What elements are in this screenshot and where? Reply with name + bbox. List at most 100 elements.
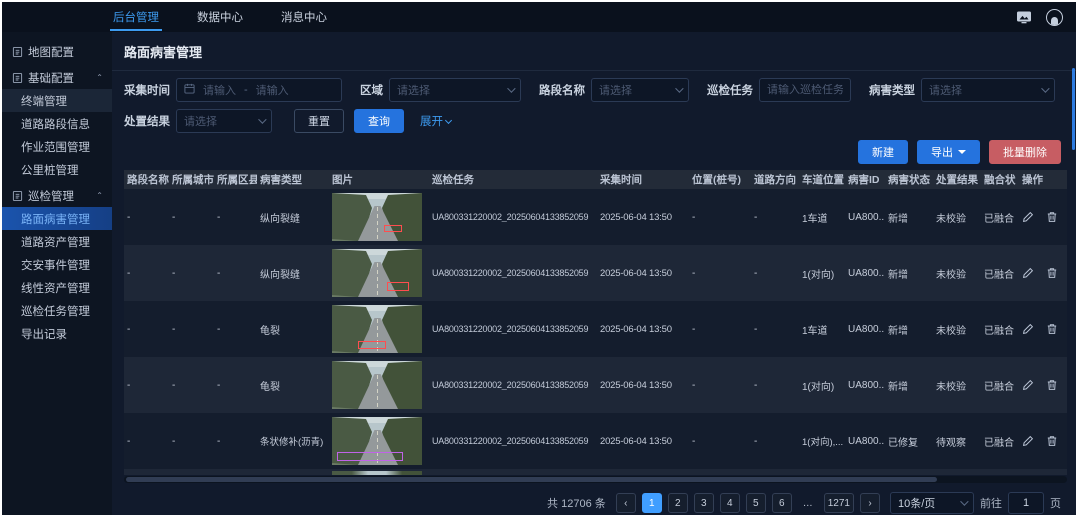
sidebar-item-road-asset-mgmt[interactable]: 道路资产管理 [2,230,112,253]
table-row-partial [124,469,1067,475]
page-button-5[interactable]: 5 [746,493,766,513]
end-date-placeholder: 请输入 [256,82,289,98]
road-photo[interactable] [332,305,422,353]
delete-icon[interactable] [1046,267,1058,279]
sidebar-item-label: 基础配置 [28,70,74,86]
inspection-task-input[interactable] [759,78,851,102]
delete-icon[interactable] [1046,323,1058,335]
sidebar-item-milestone-mgmt[interactable]: 公里桩管理 [2,158,112,181]
sidebar-item-work-scope-mgmt[interactable]: 作业范围管理 [2,135,112,158]
inspection-task-field[interactable] [767,84,843,96]
disease-table: 路段名称所属城市 所属区县病害类型 图片巡检任务 采集时间位置(桩号) 道路方向… [124,170,1067,475]
delete-icon[interactable] [1046,435,1058,447]
main-content: 路面病害管理 采集时间 请输入 - 请输入 区域 请选择 路段名称 请选择 [112,32,1076,515]
horizontal-scrollbar-thumb[interactable] [126,477,937,482]
sidebar-item-linear-asset-mgmt[interactable]: 线性资产管理 [2,276,112,299]
edit-icon[interactable] [1022,267,1034,279]
chevron-down-icon [445,116,452,123]
document-icon [12,72,23,84]
nav-tab-admin[interactable]: 后台管理 [110,2,162,32]
nav-tab-data-center[interactable]: 数据中心 [194,2,246,32]
sidebar-item-traffic-safety-events[interactable]: 交安事件管理 [2,253,112,276]
create-button[interactable]: 新建 [858,140,908,164]
chevron-down-icon [507,84,515,92]
sidebar-item-label: 地图配置 [28,44,74,60]
app-window: 后台管理 数据中心 消息中心 地图配置 基础配置 ⌃ 终端管理 道路路段信息 作… [2,2,1076,515]
disposal-result-label: 处置结果 [124,113,170,129]
sidebar-item-inspection-mgmt[interactable]: 巡检管理 ⌃ [2,184,112,207]
page-button-6[interactable]: 6 [772,493,792,513]
chevron-down-icon [1041,84,1049,92]
filter-form: 采集时间 请输入 - 请输入 区域 请选择 路段名称 请选择 巡检任务 [124,78,1062,133]
page-button-1[interactable]: 1 [642,493,662,513]
search-button[interactable]: 查询 [354,109,404,133]
collect-time-label: 采集时间 [124,82,170,98]
region-label: 区域 [360,82,383,98]
page-size-select[interactable]: 10条/页 [890,492,974,514]
sidebar-item-pavement-disease-mgmt[interactable]: 路面病害管理 [2,207,112,230]
range-separator: - [244,84,248,96]
collect-time-range-input[interactable]: 请输入 - 请输入 [176,78,342,102]
edit-icon[interactable] [1022,435,1034,447]
screen-icon[interactable] [1015,10,1033,25]
sidebar-item-basic-config[interactable]: 基础配置 ⌃ [2,66,112,89]
road-name-select[interactable]: 请选择 [591,78,689,102]
goto-suffix: 页 [1050,495,1061,511]
horizontal-scrollbar[interactable] [124,476,1067,483]
table-header-row: 路段名称所属城市 所属区县病害类型 图片巡检任务 采集时间位置(桩号) 道路方向… [124,170,1067,189]
pagination: 共 12706 条 ‹ 1 2 3 4 5 6 … 1271 › 10条/页 前… [112,492,1061,514]
more-pages-icon[interactable]: … [798,493,818,513]
disposal-result-select[interactable]: 请选择 [176,109,272,133]
batch-delete-button[interactable]: 批量删除 [989,140,1061,164]
nav-tab-message-center[interactable]: 消息中心 [278,2,330,32]
reset-button[interactable]: 重置 [294,109,344,133]
sidebar-item-inspection-task-mgmt[interactable]: 巡检任务管理 [2,299,112,322]
top-navigation-bar: 后台管理 数据中心 消息中心 [2,2,1076,32]
user-avatar-icon[interactable] [1046,9,1063,26]
page-button-3[interactable]: 3 [694,493,714,513]
table-row[interactable]: -- -龟裂 UA800331220002_20250604133852059 … [124,357,1067,413]
page-button-2[interactable]: 2 [668,493,688,513]
table-row[interactable]: -- -龟裂 UA800331220002_20250604133852059 … [124,301,1067,357]
export-button[interactable]: 导出 [917,140,980,164]
goto-page-input[interactable] [1008,492,1044,514]
disease-type-select[interactable]: 请选择 [921,78,1055,102]
edit-icon[interactable] [1022,379,1034,391]
sidebar-item-export-records[interactable]: 导出记录 [2,322,112,345]
goto-label: 前往 [980,495,1002,511]
vertical-scrollbar-thumb[interactable] [1072,68,1075,150]
edit-icon[interactable] [1022,323,1034,335]
chevron-up-icon: ⌃ [96,73,103,82]
delete-icon[interactable] [1046,379,1058,391]
road-name-label: 路段名称 [539,82,585,98]
chevron-up-icon: ⌃ [96,191,103,200]
table-row[interactable]: -- -纵向裂缝 UA800331220002_2025060413385205… [124,245,1067,301]
region-select[interactable]: 请选择 [389,78,521,102]
road-photo[interactable] [332,249,422,297]
sidebar-item-road-section-info[interactable]: 道路路段信息 [2,112,112,135]
sidebar-item-map-config[interactable]: 地图配置 [2,40,112,63]
table-row[interactable]: -- -条状修补(沥青) UA800331220002_202506041338… [124,413,1067,469]
chevron-down-icon [960,497,968,505]
road-photo[interactable] [332,417,422,465]
page-button-1271[interactable]: 1271 [824,493,854,513]
page-button-4[interactable]: 4 [720,493,740,513]
road-photo[interactable] [332,193,422,241]
expand-filters-link[interactable]: 展开 [420,113,451,129]
chevron-down-icon [675,84,683,92]
next-page-button[interactable]: › [860,493,880,513]
table-actions: 新建 导出 批量删除 [112,140,1061,164]
edit-icon[interactable] [1022,211,1034,223]
sidebar: 地图配置 基础配置 ⌃ 终端管理 道路路段信息 作业范围管理 公里桩管理 巡检管… [2,32,112,515]
road-photo[interactable] [332,361,422,409]
table-row[interactable]: -- -纵向裂缝 UA800331220002_2025060413385205… [124,189,1067,245]
start-date-placeholder: 请输入 [203,82,236,98]
sidebar-item-terminal-mgmt[interactable]: 终端管理 [2,89,112,112]
disease-type-label: 病害类型 [869,82,915,98]
caret-down-icon [958,150,966,154]
page-title: 路面病害管理 [112,32,1076,71]
delete-icon[interactable] [1046,211,1058,223]
prev-page-button[interactable]: ‹ [616,493,636,513]
document-icon [12,46,23,58]
nav-tabs: 后台管理 数据中心 消息中心 [110,2,330,32]
